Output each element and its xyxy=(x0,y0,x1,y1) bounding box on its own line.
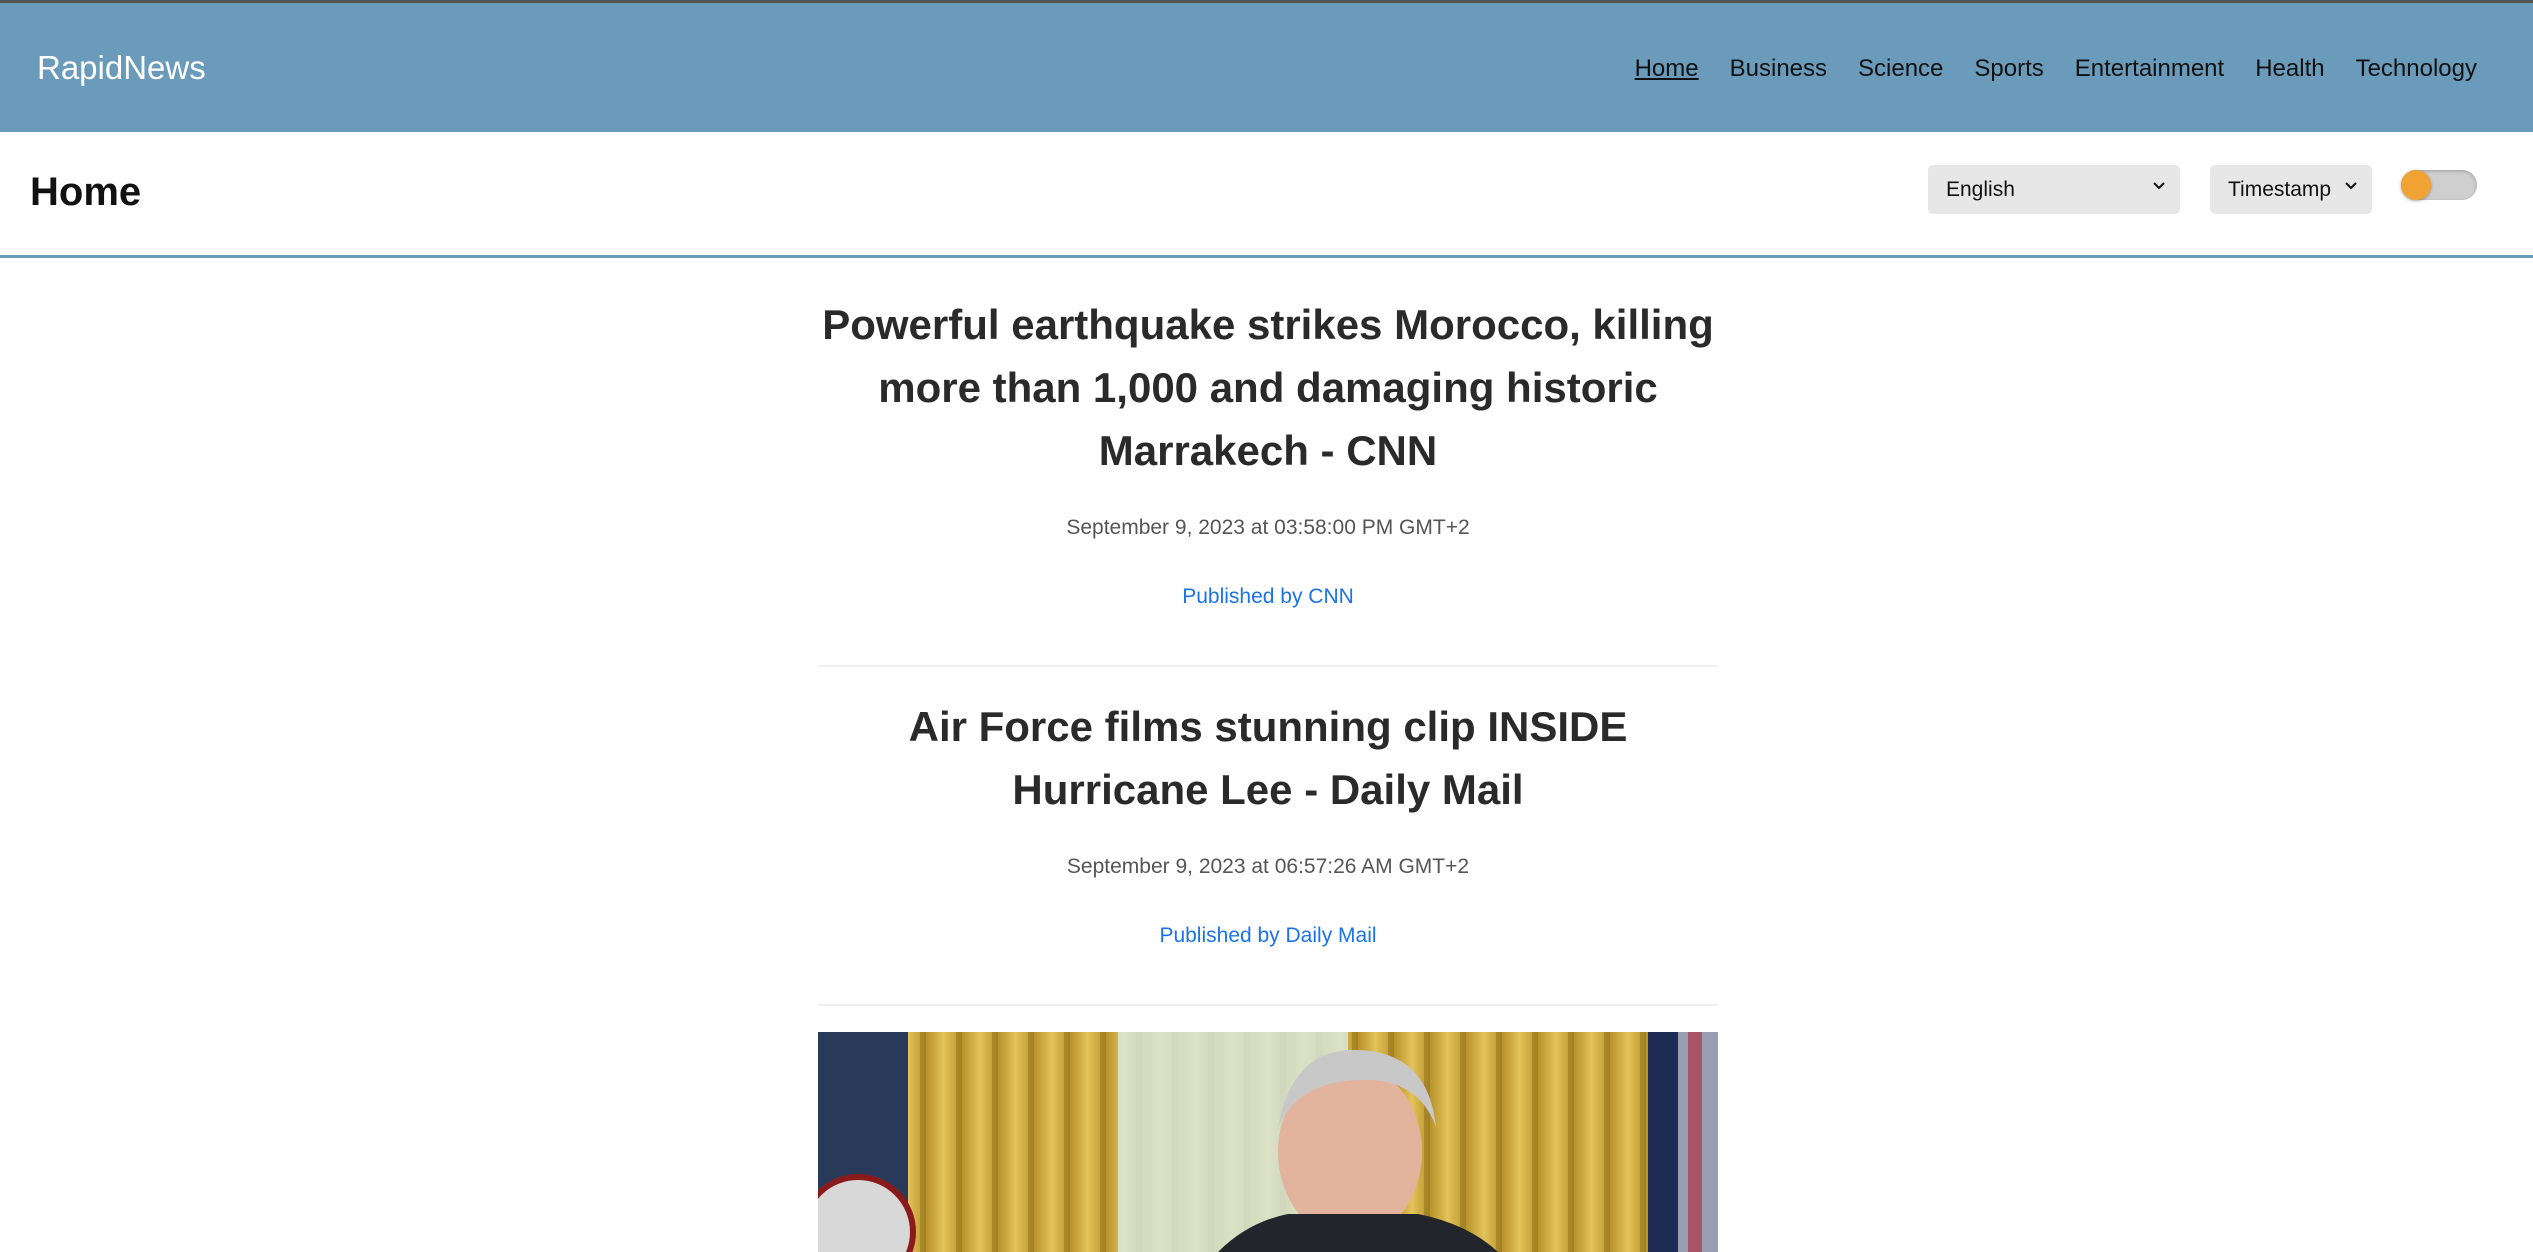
article-photo xyxy=(818,1032,1718,1252)
nav-technology[interactable]: Technology xyxy=(2356,55,2477,83)
article-title[interactable]: Powerful earthquake strikes Morocco, kil… xyxy=(818,258,1718,482)
chevron-down-icon xyxy=(2152,177,2166,198)
language-select-value: English xyxy=(1946,177,2015,201)
article-publisher-link[interactable]: Published by Daily Mail xyxy=(818,924,1718,1004)
chevron-down-icon xyxy=(2344,177,2358,198)
article-timestamp: September 9, 2023 at 06:57:26 AM GMT+2 xyxy=(1066,855,1470,878)
nav-health[interactable]: Health xyxy=(2255,55,2324,83)
nav-business[interactable]: Business xyxy=(1730,55,1827,83)
news-article: Powerful earthquake strikes Morocco, kil… xyxy=(818,258,1718,667)
nav-home[interactable]: Home xyxy=(1635,55,1699,83)
news-article: Air Force films stunning clip INSIDE Hur… xyxy=(818,667,1718,1006)
news-feed: Powerful earthquake strikes Morocco, kil… xyxy=(818,258,1718,1006)
sort-select[interactable]: Timestamp xyxy=(2210,165,2372,214)
article-image[interactable] xyxy=(818,1032,1718,1252)
brand-logo[interactable]: RapidNews xyxy=(37,49,206,87)
sort-select-value: Timestamp xyxy=(2228,177,2332,201)
nav-science[interactable]: Science xyxy=(1858,55,1943,83)
article-timestamp: September 9, 2023 at 03:58:00 PM GMT+2 xyxy=(1066,516,1470,539)
top-navbar: RapidNews Home Business Science Sports E… xyxy=(0,0,2533,132)
language-select[interactable]: English xyxy=(1928,165,2180,214)
page-title: Home xyxy=(30,170,142,214)
main-nav: Home Business Science Sports Entertainme… xyxy=(1635,55,2477,83)
nav-sports[interactable]: Sports xyxy=(1974,55,2043,83)
nav-entertainment[interactable]: Entertainment xyxy=(2075,55,2224,83)
toggle-knob xyxy=(2401,170,2431,200)
article-title[interactable]: Air Force films stunning clip INSIDE Hur… xyxy=(818,667,1718,821)
theme-toggle[interactable] xyxy=(2401,170,2477,200)
article-publisher-link[interactable]: Published by CNN xyxy=(818,585,1718,665)
page-header: Home English Timestamp xyxy=(0,132,2533,258)
